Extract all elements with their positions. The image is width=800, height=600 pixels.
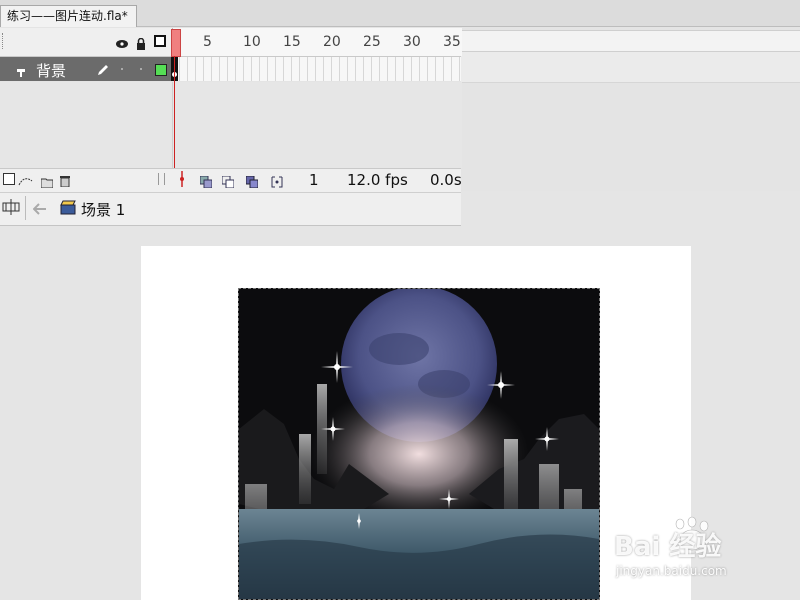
layer-visible-dot[interactable] bbox=[121, 68, 123, 70]
watermark-text: Bai 经验 bbox=[614, 532, 722, 562]
ruler-label: 30 bbox=[403, 34, 421, 50]
layer-type-icon bbox=[16, 63, 26, 77]
new-layer-icon[interactable] bbox=[3, 173, 15, 185]
scene-name[interactable]: 场景 1 bbox=[81, 199, 125, 220]
playhead-line bbox=[174, 56, 175, 168]
ruler-label: 5 bbox=[203, 34, 212, 50]
onion-skin-outlines-icon[interactable] bbox=[221, 173, 235, 189]
ruler-label: 10 bbox=[243, 34, 261, 50]
lock-all-icon[interactable] bbox=[135, 35, 147, 50]
edit-multiple-frames-icon[interactable] bbox=[245, 173, 259, 189]
frames-empty bbox=[172, 82, 462, 168]
playhead-handle[interactable] bbox=[171, 29, 181, 57]
layer-lock-dot[interactable] bbox=[140, 68, 142, 70]
layer-color-swatch[interactable] bbox=[155, 64, 167, 76]
document-tab[interactable]: 练习——图片连动.fla* bbox=[0, 5, 137, 27]
panel-grip-handle[interactable] bbox=[2, 33, 6, 49]
edit-layer-pencil-icon bbox=[96, 62, 110, 76]
frame-rate[interactable]: 12.0 fps bbox=[347, 171, 408, 189]
elapsed-time: 0.0s bbox=[430, 171, 462, 189]
onion-skin-icon[interactable] bbox=[199, 173, 213, 189]
back-arrow-icon[interactable] bbox=[32, 200, 47, 215]
ruler-label: 20 bbox=[323, 34, 341, 50]
watermark-url: jingyan.baidu.com bbox=[616, 564, 727, 578]
outline-all-icon[interactable] bbox=[154, 35, 166, 47]
center-frame-icon[interactable] bbox=[178, 171, 186, 187]
edit-bar-separator bbox=[25, 196, 26, 220]
timeline-frames-extension bbox=[461, 52, 800, 83]
panel-divider-grip[interactable] bbox=[158, 173, 165, 185]
scene-clapperboard-icon bbox=[60, 199, 76, 215]
layer-frame-strip[interactable] bbox=[172, 57, 461, 81]
delete-layer-trash-icon[interactable] bbox=[60, 172, 70, 188]
layer-name[interactable]: 背景 bbox=[36, 60, 66, 81]
add-motion-guide-icon[interactable] bbox=[18, 172, 34, 186]
show-hide-all-icon[interactable] bbox=[115, 35, 129, 48]
layer-list-empty bbox=[0, 82, 172, 168]
frame-ruler[interactable]: 5 10 15 20 25 30 35 bbox=[172, 28, 462, 56]
ruler-label: 25 bbox=[363, 34, 381, 50]
new-folder-icon[interactable] bbox=[40, 173, 54, 189]
moon-background-image[interactable] bbox=[238, 288, 600, 600]
ruler-label: 35 bbox=[443, 34, 461, 50]
current-frame: 1 bbox=[309, 171, 319, 189]
ruler-label: 15 bbox=[283, 34, 301, 50]
timeline-toggle-icon[interactable] bbox=[2, 199, 20, 215]
modify-onion-markers-icon[interactable] bbox=[271, 173, 283, 188]
timeline-ruler-extension bbox=[461, 30, 800, 52]
